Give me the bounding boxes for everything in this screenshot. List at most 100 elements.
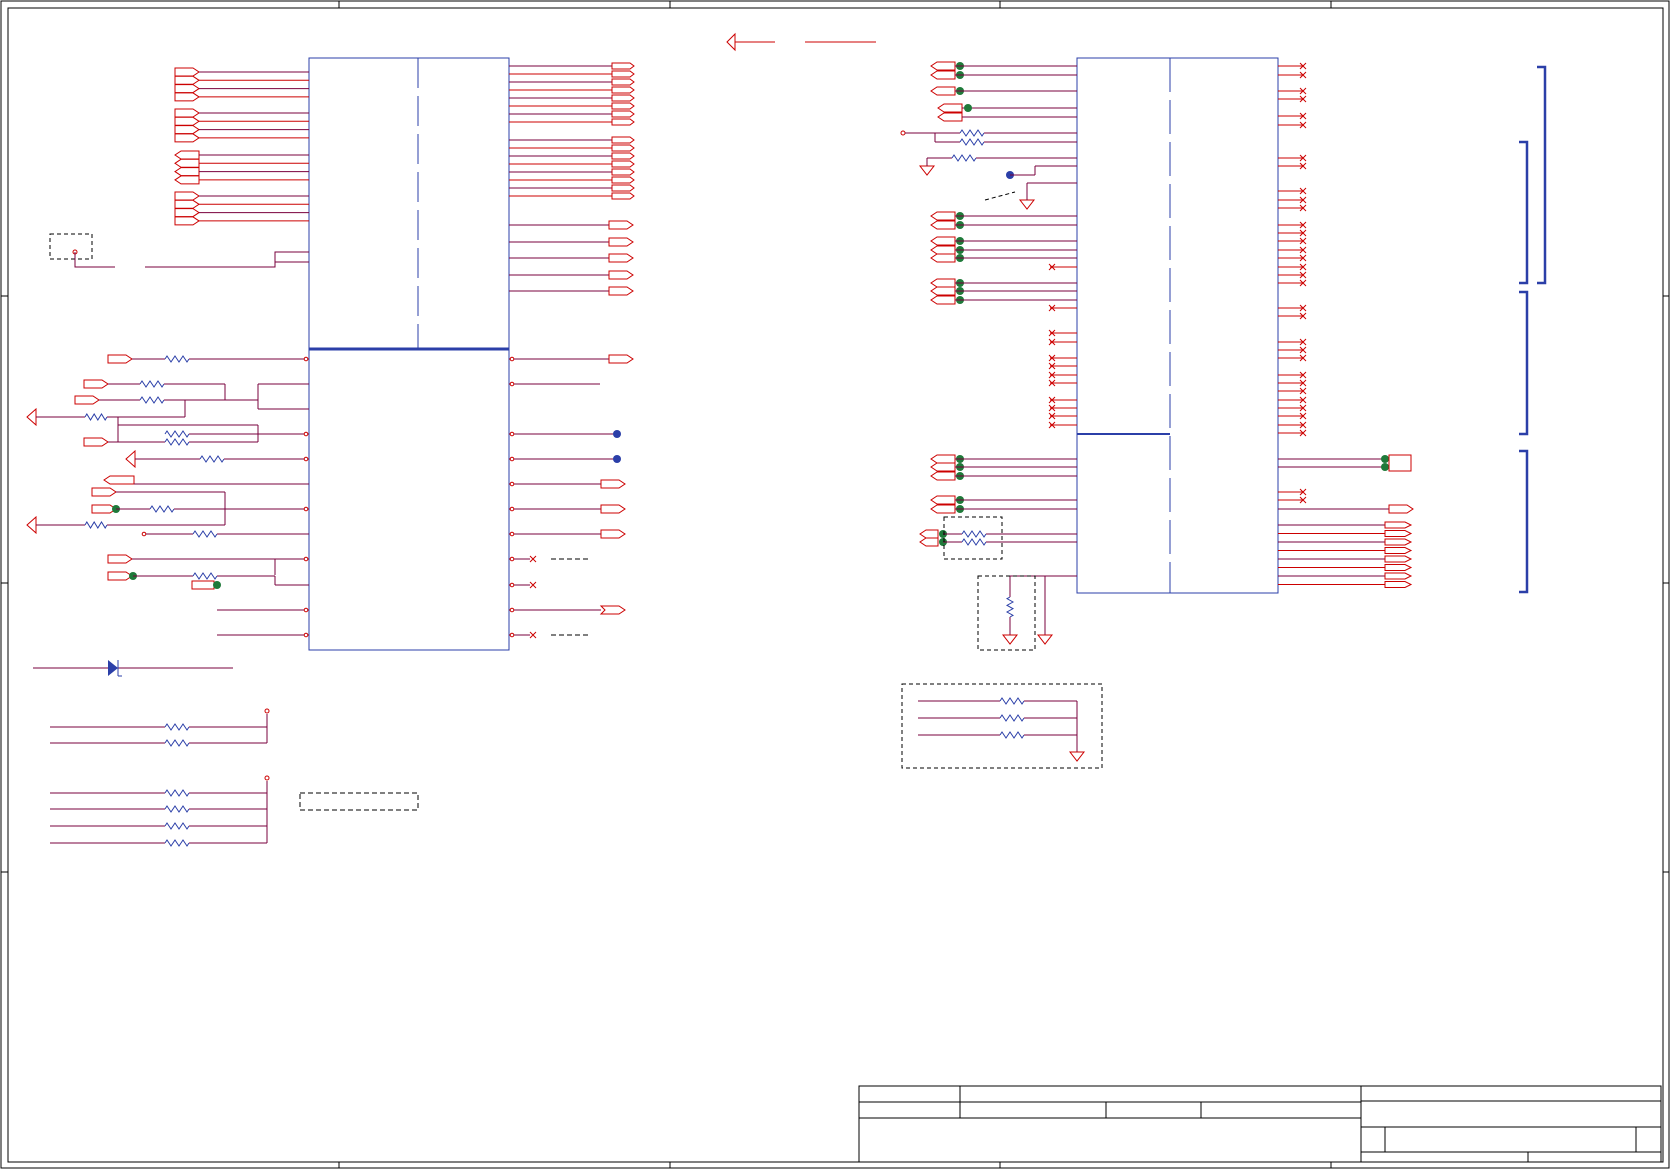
no-connect-x-icon <box>529 631 537 639</box>
port-flag-icon <box>930 295 956 305</box>
port-flag-icon <box>930 286 956 296</box>
resistor-icon <box>164 822 190 830</box>
port-arrow-icon <box>26 407 37 427</box>
port-flag-icon <box>611 110 635 118</box>
resistor-icon <box>959 138 985 146</box>
ground-arrow-icon <box>1036 634 1054 645</box>
port-flag-icon <box>608 253 634 263</box>
left-lower-resistor-network <box>26 354 309 638</box>
junction-dot <box>1381 455 1389 463</box>
junction-dot <box>613 455 621 463</box>
port-flag-icon <box>83 437 109 447</box>
top-center-resistor-line <box>726 32 876 52</box>
dashed-box-resistor-array <box>901 683 1103 769</box>
resistor-icon <box>999 714 1025 722</box>
port-arrow-icon <box>26 515 37 535</box>
port-flag-icon <box>611 102 635 110</box>
port-flag-icon <box>174 84 200 94</box>
no-connect-x-icon <box>529 555 537 563</box>
junction-dot <box>613 430 621 438</box>
port-flag-icon <box>107 571 133 581</box>
port-flag-icon <box>611 184 635 192</box>
port-flag-icon <box>608 286 634 296</box>
ground-arrow-icon <box>1068 751 1086 762</box>
title-block <box>858 1085 1662 1163</box>
pin-marker <box>509 506 515 512</box>
resistor-icon <box>164 438 190 446</box>
port-flag-icon <box>1384 581 1413 588</box>
resistor-icon <box>84 521 108 529</box>
resistor-icon <box>1005 596 1015 618</box>
pin-marker <box>264 775 270 781</box>
port-flag-icon <box>930 495 956 505</box>
resistor-icon <box>999 731 1025 739</box>
port-flag-icon <box>611 152 635 160</box>
port-flag-icon <box>174 150 200 160</box>
pin-marker <box>509 556 515 562</box>
port-flag-icon <box>174 67 200 77</box>
port-flag-icon <box>611 160 635 168</box>
port-flag-icon <box>174 175 200 185</box>
port-flag-icon <box>611 62 635 70</box>
junction-dot <box>964 104 972 112</box>
bracket-icon <box>1519 449 1529 594</box>
port-flag-icon <box>174 133 200 143</box>
pin-marker <box>509 456 515 462</box>
junction-dot <box>1381 463 1389 471</box>
port-flag-icon <box>174 75 200 85</box>
port-flag-icon <box>930 211 956 221</box>
pin-marker <box>509 381 515 387</box>
port-flag-icon <box>937 112 963 122</box>
port-flag-icon <box>930 454 956 464</box>
sheet-frame <box>0 0 1670 1169</box>
dashed-note-box <box>299 792 419 811</box>
resistor-icon <box>84 413 108 421</box>
pin-marker <box>303 431 309 437</box>
port-flag-icon <box>611 94 635 102</box>
bracket-icon <box>1519 140 1529 285</box>
ic-left-body <box>308 57 510 651</box>
port-flag-icon <box>937 103 963 113</box>
bracket-icon <box>1537 65 1547 285</box>
port-flag-icon <box>91 487 117 497</box>
pin-marker <box>303 456 309 462</box>
port-flag-icon <box>611 192 635 200</box>
junction-dot <box>213 581 221 589</box>
pullup-resistor-bank-a <box>50 708 270 747</box>
port-flag-icon <box>1384 530 1413 537</box>
resistor-icon <box>149 505 175 513</box>
wire <box>984 191 1016 201</box>
port-flag-icon <box>174 208 200 218</box>
resistor-icon <box>164 723 190 731</box>
port-flag-icon <box>611 78 635 86</box>
pin-marker <box>303 632 309 638</box>
pin-marker <box>303 356 309 362</box>
port-flag-icon <box>174 125 200 135</box>
dashed-box-pair-resistors <box>943 516 1003 560</box>
right-ic-left-side-pins <box>900 61 1077 645</box>
port-flag-icon <box>930 471 956 481</box>
ground-arrow-icon <box>1018 199 1036 210</box>
pin-marker <box>509 356 515 362</box>
port-flag-icon <box>174 216 200 226</box>
port-flag-icon <box>611 70 635 78</box>
resistor-icon <box>164 839 190 847</box>
port-flag-icon <box>930 278 956 288</box>
port-flag-icon <box>930 245 956 255</box>
resistor-icon <box>961 538 987 546</box>
port-flag-icon <box>1388 504 1414 514</box>
resistor-icon <box>164 739 190 747</box>
port-flag-icon <box>930 61 956 71</box>
port-arrow-icon <box>726 32 736 52</box>
port-flag-icon <box>107 554 133 564</box>
port-flag-icon <box>1384 521 1413 529</box>
bracket-icon <box>1519 290 1529 436</box>
port-flag-icon <box>1384 538 1413 546</box>
resistor-icon <box>951 154 977 162</box>
port-flag-icon <box>611 136 635 144</box>
pin-marker <box>509 607 515 613</box>
resistor-icon <box>164 805 190 813</box>
port-flag-icon <box>930 253 956 263</box>
port-flag-icon <box>930 70 956 80</box>
ground-arrow-icon <box>1001 634 1019 645</box>
